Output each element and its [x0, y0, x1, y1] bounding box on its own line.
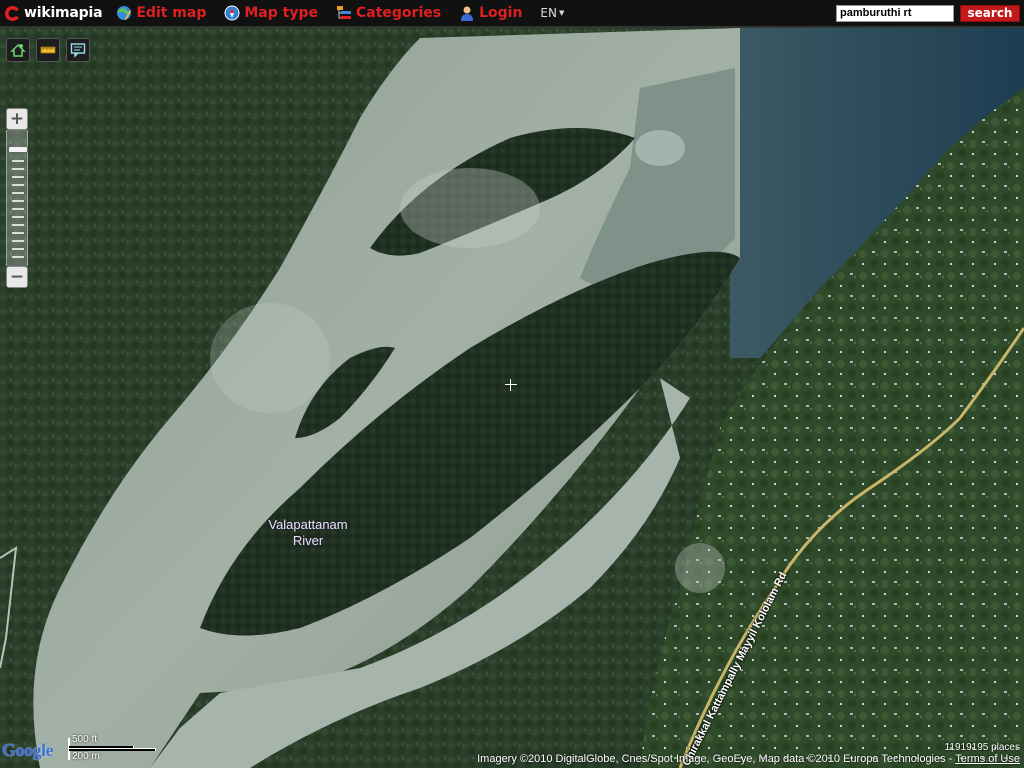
map-tools: [6, 38, 90, 62]
zoom-tick: [12, 232, 24, 234]
menu-map-type[interactable]: Map type: [224, 5, 318, 21]
zoom-tick: [12, 176, 24, 178]
chevron-down-icon: ▼: [558, 9, 565, 17]
categories-icon: [336, 6, 351, 19]
google-logo[interactable]: Google: [2, 740, 54, 761]
zoom-tick: [12, 240, 24, 242]
zoom-control: + −: [6, 108, 30, 288]
zoom-tick: [12, 192, 24, 194]
menu-login-label: Login: [479, 5, 523, 21]
zoom-tick: [12, 200, 24, 202]
map-scale: 500 ft 200 m: [66, 734, 166, 764]
zoom-tick: [12, 256, 24, 258]
edit-map-icon: [117, 6, 132, 20]
zoom-in-button[interactable]: +: [6, 108, 28, 130]
zoom-tick: [12, 168, 24, 170]
terms-of-use-link[interactable]: Terms of Use: [955, 753, 1020, 765]
attribution-text: Imagery ©2010 DigitalGlobe, Cnes/Spot Im…: [477, 753, 953, 765]
zoom-tick: [12, 224, 24, 226]
comment-icon: [70, 43, 86, 58]
zoom-tick: [12, 216, 24, 218]
menu-categories[interactable]: Categories: [336, 5, 441, 21]
search-input[interactable]: [836, 4, 954, 22]
top-toolbar: wikimapia Edit map Map type Categories L…: [0, 0, 1024, 27]
zoom-slider-handle[interactable]: [8, 146, 28, 153]
satellite-map[interactable]: + − Valapattanam River Chirakkal Kattamp…: [0, 28, 1024, 768]
zoom-tick: [12, 184, 24, 186]
language-value: EN: [540, 6, 557, 20]
menu-edit-map[interactable]: Edit map: [116, 5, 206, 21]
zoom-tick: [12, 208, 24, 210]
menu-edit-map-label: Edit map: [136, 5, 207, 21]
river-label-line1: Valapattanam: [268, 517, 348, 532]
scale-feet-label: 500 ft: [72, 734, 98, 745]
ruler-button[interactable]: [36, 38, 60, 62]
home-icon: [10, 43, 26, 57]
scale-meters-label: 200 m: [72, 751, 100, 762]
search-button[interactable]: search: [960, 4, 1020, 22]
ruler-icon: [40, 46, 56, 54]
satellite-imagery: [0, 28, 1024, 768]
wikimapia-logo[interactable]: wikimapia: [4, 5, 103, 22]
menu-categories-label: Categories: [355, 5, 442, 21]
map-attribution: Imagery ©2010 DigitalGlobe, Cnes/Spot Im…: [477, 753, 1020, 765]
river-label-line2: River: [292, 533, 324, 548]
home-button[interactable]: [6, 38, 30, 62]
user-icon: [461, 6, 474, 21]
crosshair-icon: [505, 379, 517, 391]
wikimapia-logo-icon: [5, 5, 21, 21]
places-count: 11919195 places: [944, 742, 1020, 753]
menu-login[interactable]: Login: [459, 5, 522, 21]
zoom-tick: [12, 160, 24, 162]
search-bar: search: [836, 4, 1020, 22]
comment-button[interactable]: [66, 38, 90, 62]
google-logo-text: Google: [2, 740, 54, 760]
language-selector[interactable]: EN ▼: [540, 6, 564, 20]
river-label: Valapattanam River: [256, 517, 360, 549]
menu-map-type-label: Map type: [244, 5, 318, 21]
zoom-slider[interactable]: [6, 130, 28, 266]
compass-icon: [224, 5, 240, 21]
logo-text: wikimapia: [24, 5, 103, 21]
zoom-out-button[interactable]: −: [6, 266, 28, 288]
zoom-tick: [12, 248, 24, 250]
